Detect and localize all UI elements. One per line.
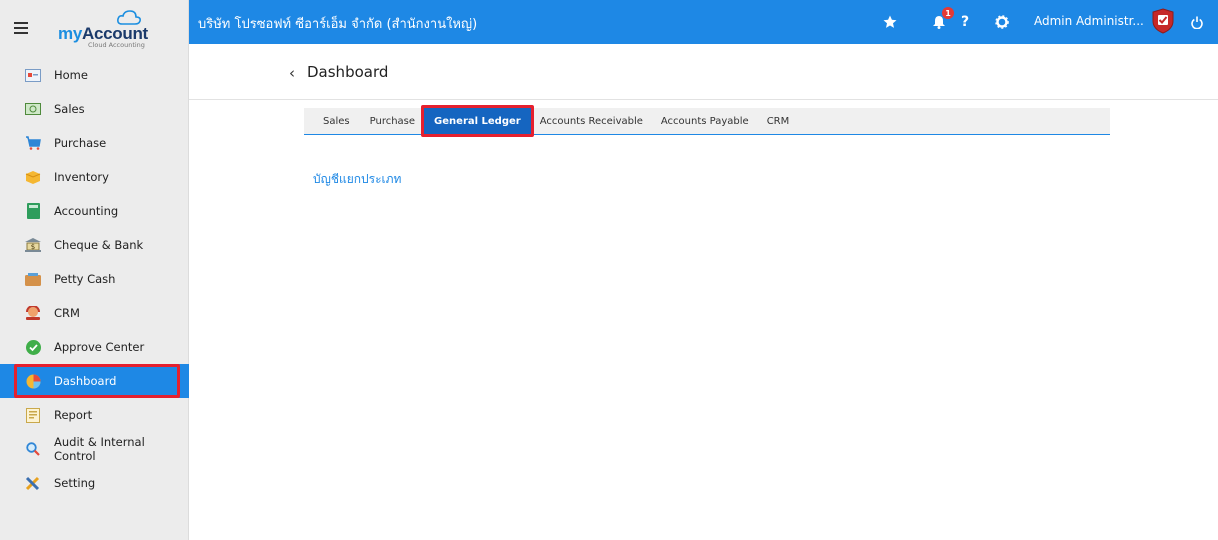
sidebar-item-label: Petty Cash xyxy=(54,272,116,286)
gear-icon[interactable] xyxy=(990,10,1014,34)
page-header: ‹ Dashboard xyxy=(189,44,1218,100)
hamburger-menu-icon[interactable] xyxy=(14,22,28,34)
sidebar-item-purchase[interactable]: Purchase xyxy=(0,126,189,160)
sidebar-item-label: Report xyxy=(54,408,93,422)
general-ledger-link[interactable]: บัญชีแยกประเภท xyxy=(313,170,401,189)
app-window: myAccount Cloud Accounting Home Sales Pu… xyxy=(0,0,1218,540)
sidebar-item-label: Sales xyxy=(54,102,85,116)
sidebar-item-cheque-bank[interactable]: $ Cheque & Bank xyxy=(0,228,189,262)
bank-icon: $ xyxy=(25,237,41,253)
sidebar-item-label: Inventory xyxy=(54,170,109,184)
sidebar-header: myAccount Cloud Accounting xyxy=(0,0,188,56)
svg-text:$: $ xyxy=(31,243,35,251)
security-shield-icon[interactable] xyxy=(1151,8,1175,34)
sidebar-item-label: Setting xyxy=(54,476,96,490)
crm-icon xyxy=(25,305,41,321)
box-icon xyxy=(25,169,41,185)
dashboard-tabs: Sales Purchase General Ledger Accounts R… xyxy=(304,105,1110,137)
wallet-icon xyxy=(25,271,41,287)
sidebar-item-label: Cheque & Bank xyxy=(54,238,144,252)
power-icon[interactable] xyxy=(1185,10,1209,34)
sidebar-item-label: Purchase xyxy=(54,136,107,150)
tab-crm[interactable]: CRM xyxy=(758,108,799,134)
cart-icon xyxy=(25,135,41,151)
sidebar-item-label: Dashboard xyxy=(54,374,117,388)
report-icon xyxy=(25,407,41,423)
tab-purchase[interactable]: Purchase xyxy=(361,108,424,134)
sidebar-item-audit-internal-control[interactable]: Audit & Internal Control xyxy=(0,432,189,466)
sidebar-item-setting[interactable]: Setting xyxy=(0,466,189,500)
sidebar-item-label: Audit & Internal Control xyxy=(54,435,145,463)
magnifier-icon xyxy=(25,441,41,457)
favorites-star-icon[interactable] xyxy=(878,10,902,34)
page-title: Dashboard xyxy=(307,63,389,81)
sidebar-item-label: CRM xyxy=(54,306,80,320)
sidebar-item-dashboard[interactable]: Dashboard xyxy=(0,364,189,398)
tab-general-ledger[interactable]: General Ledger xyxy=(421,105,534,137)
sidebar-item-label: Accounting xyxy=(54,204,119,218)
logo-tagline: Cloud Accounting xyxy=(88,41,145,49)
tools-icon xyxy=(25,475,41,491)
sidebar-item-sales[interactable]: Sales xyxy=(0,92,189,126)
sidebar-item-petty-cash[interactable]: Petty Cash xyxy=(0,262,189,296)
sidebar-item-inventory[interactable]: Inventory xyxy=(0,160,189,194)
tab-sales[interactable]: Sales xyxy=(304,108,361,134)
sidebar-item-label: Home xyxy=(54,68,88,82)
company-name[interactable]: บริษัท โปรซอฟท์ ซีอาร์เอ็ม จำกัด (สำนักง… xyxy=(198,13,477,34)
help-icon[interactable]: ? xyxy=(953,10,977,34)
back-chevron-icon[interactable]: ‹ xyxy=(289,64,295,82)
sidebar: myAccount Cloud Accounting Home Sales Pu… xyxy=(0,0,189,540)
sidebar-item-approve-center[interactable]: Approve Center xyxy=(0,330,189,364)
sidebar-item-crm[interactable]: CRM xyxy=(0,296,189,330)
home-icon xyxy=(25,67,41,83)
sales-icon xyxy=(25,101,41,117)
book-icon xyxy=(25,203,41,219)
check-circle-icon xyxy=(25,339,41,355)
sidebar-item-label: Approve Center xyxy=(54,340,145,354)
notification-bell-icon[interactable]: 1 xyxy=(927,7,954,34)
tab-accounts-payable[interactable]: Accounts Payable xyxy=(652,108,758,134)
sidebar-item-report[interactable]: Report xyxy=(0,398,189,432)
sidebar-item-accounting[interactable]: Accounting xyxy=(0,194,189,228)
sidebar-item-home[interactable]: Home xyxy=(0,58,189,92)
sidebar-menu: Home Sales Purchase Inventory Accounting… xyxy=(0,58,189,500)
user-name[interactable]: Admin Administr... xyxy=(1034,14,1144,28)
top-bar: บริษัท โปรซอฟท์ ซีอาร์เอ็ม จำกัด (สำนักง… xyxy=(189,0,1218,44)
app-logo[interactable]: myAccount Cloud Accounting xyxy=(58,10,158,50)
pie-chart-icon xyxy=(25,373,41,389)
tab-accounts-receivable[interactable]: Accounts Receivable xyxy=(531,108,652,134)
